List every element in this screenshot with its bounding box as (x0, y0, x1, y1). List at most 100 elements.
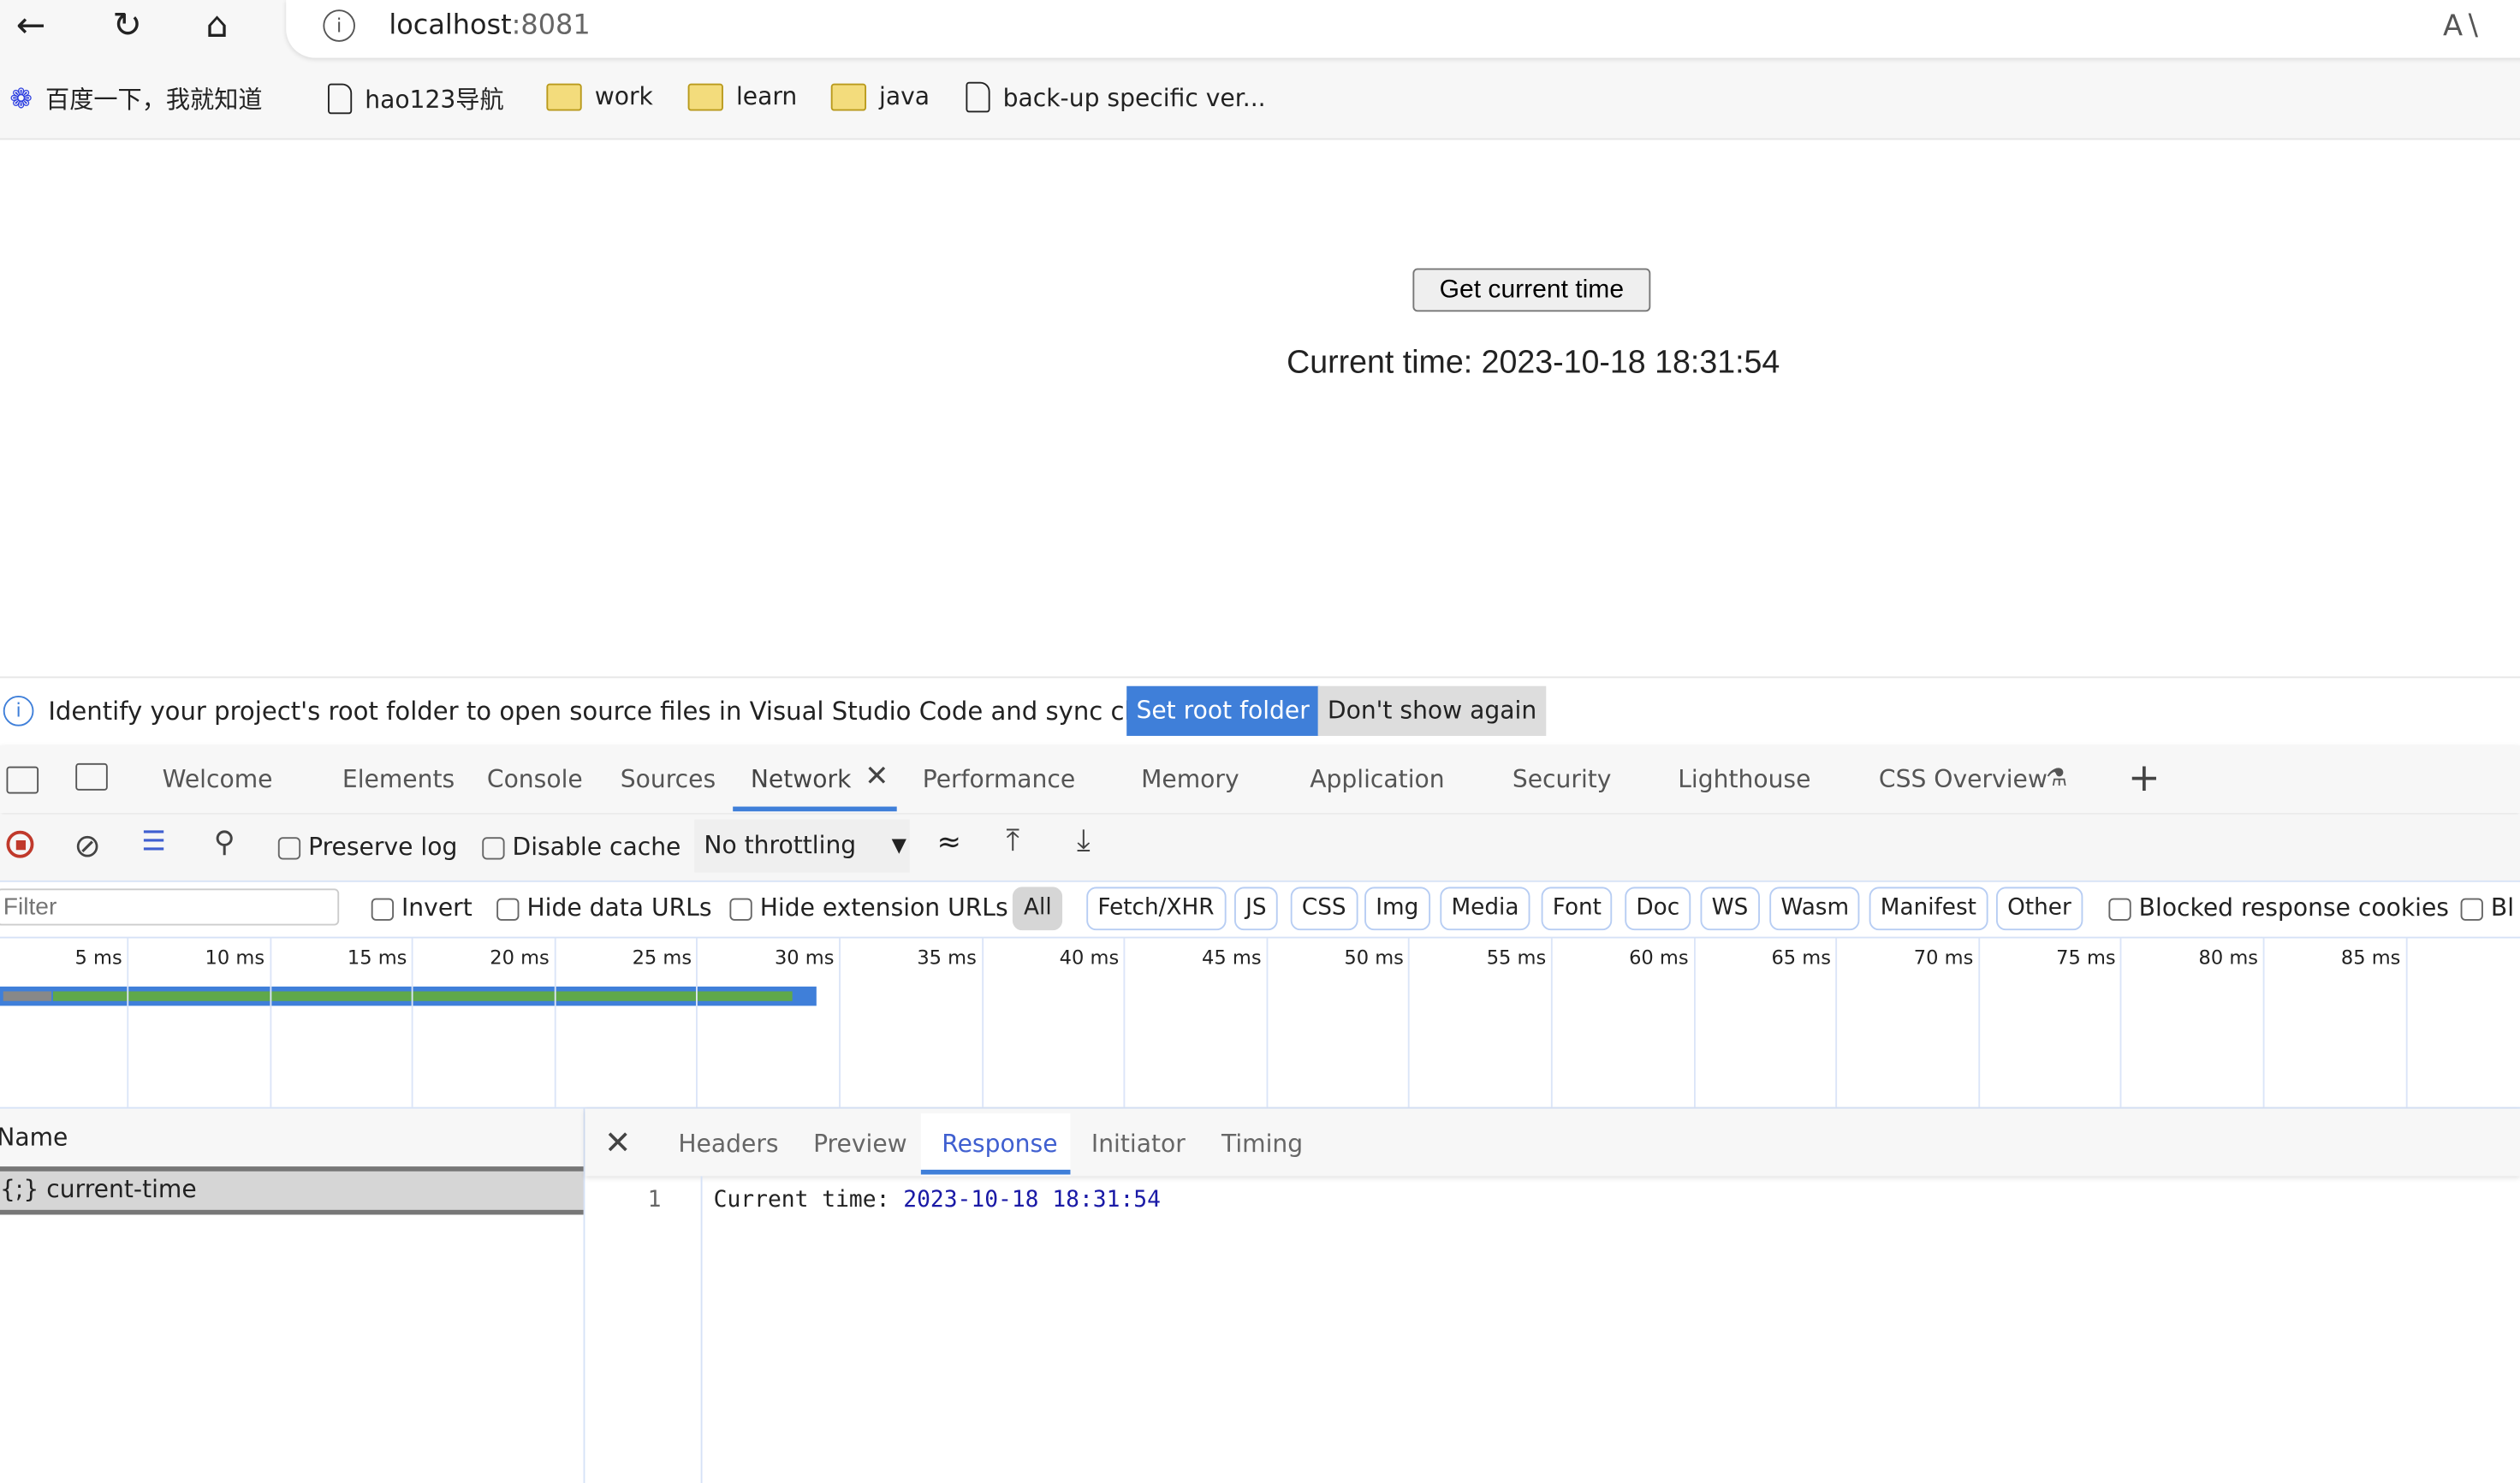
throttling-select[interactable]: No throttling ▼ (694, 819, 910, 873)
tab-memory[interactable]: Memory (1141, 765, 1239, 794)
timeline-gridline (1550, 938, 1553, 1107)
close-detail-icon[interactable]: ✕ (604, 1123, 631, 1161)
request-row[interactable]: {;} current-time (0, 1166, 584, 1215)
tab-application[interactable]: Application (1310, 765, 1444, 794)
filter-chip-all[interactable]: All (1012, 887, 1063, 931)
timeline-tick-label: 50 ms (1344, 946, 1404, 970)
dont-show-again-button[interactable]: Don't show again (1317, 685, 1547, 736)
filter-chip-css[interactable]: CSS (1290, 887, 1358, 931)
filter-chip-ws[interactable]: WS (1700, 887, 1760, 931)
blocked-cookies-checkbox[interactable]: Blocked response cookies (2108, 893, 2449, 922)
set-root-folder-button[interactable]: Set root folder (1126, 685, 1320, 736)
close-network-tab-icon[interactable]: ✕ (865, 760, 889, 793)
tab-performance[interactable]: Performance (923, 765, 1075, 794)
response-body: Current time: 2023-10-18 18:31:54 (713, 1187, 1161, 1213)
home-icon[interactable]: ⌂ (205, 7, 228, 47)
tab-security[interactable]: Security (1513, 765, 1612, 794)
get-current-time-button[interactable]: Get current time (1412, 268, 1651, 312)
filter-chip-manifest[interactable]: Manifest (1869, 887, 1988, 931)
invert-checkbox[interactable]: Invert (371, 893, 472, 922)
detail-tab-response[interactable]: Response (942, 1130, 1057, 1159)
experimental-flask-icon: ⚗ (2046, 762, 2068, 792)
inspect-element-icon[interactable] (6, 766, 39, 794)
search-icon[interactable]: ⚲ (214, 826, 235, 859)
filter-chip-media[interactable]: Media (1440, 887, 1530, 931)
tab-welcome[interactable]: Welcome (163, 765, 273, 794)
url-text[interactable]: localhost:8081 (389, 9, 590, 42)
site-info-icon[interactable]: i (323, 9, 355, 42)
import-har-icon[interactable]: ⤒ (1006, 822, 1019, 857)
timeline-gridline (127, 938, 129, 1107)
filter-toggle-icon[interactable]: ☰ (141, 826, 166, 858)
device-toolbar-icon[interactable] (75, 762, 108, 791)
timeline-tick-label: 5 ms (74, 946, 122, 970)
bookmark-hao123[interactable]: hao123导航 (328, 82, 504, 116)
folder-icon (687, 82, 723, 110)
timeline-tick-label: 65 ms (1771, 946, 1831, 970)
network-overview-timeline[interactable]: 5 ms 10 ms 15 ms 20 ms 25 ms 30 ms 35 ms 40 ms 4… (0, 938, 2520, 1109)
name-column-header[interactable]: Name (0, 1123, 68, 1152)
hide-extension-urls-checkbox[interactable]: Hide extension URLs (729, 893, 1008, 922)
timeline-gridline (1408, 938, 1411, 1107)
detail-tab-preview[interactable]: Preview (813, 1130, 907, 1159)
bookmark-backup[interactable]: back-up specific ver... (966, 81, 1266, 113)
network-conditions-icon[interactable]: ≈ (937, 826, 961, 859)
filter-chip-js[interactable]: JS (1233, 887, 1278, 931)
request-bar[interactable] (0, 986, 817, 1006)
timeline-gridline (1977, 938, 1980, 1107)
timeline-tick-label: 75 ms (2056, 946, 2116, 970)
requests-list: Name {;} current-time (0, 1108, 585, 1483)
bookmark-work[interactable]: work (546, 82, 653, 111)
record-stop-icon[interactable] (6, 830, 34, 858)
timeline-gridline (696, 938, 698, 1107)
timeline-gridline (1123, 938, 1126, 1107)
detail-tab-timing[interactable]: Timing (1221, 1130, 1303, 1159)
tab-elements[interactable]: Elements (342, 765, 455, 794)
bookmark-learn[interactable]: learn (687, 82, 797, 111)
more-tabs-plus-icon[interactable]: + (2128, 755, 2160, 800)
read-aloud-icon[interactable]: A∖ (2443, 9, 2481, 43)
timeline-tick-label: 25 ms (632, 946, 692, 970)
detail-tab-initiator[interactable]: Initiator (1091, 1130, 1186, 1159)
filter-chip-other[interactable]: Other (1995, 887, 2083, 931)
tab-network[interactable]: Network (751, 765, 852, 794)
hide-data-urls-checkbox[interactable]: Hide data URLs (496, 893, 712, 922)
bookmark-java[interactable]: java (830, 82, 930, 111)
export-har-icon[interactable]: ⤓ (1077, 822, 1091, 857)
timeline-tick-label: 20 ms (490, 946, 550, 970)
back-icon[interactable]: ← (16, 7, 46, 47)
filter-chip-font[interactable]: Font (1541, 887, 1614, 931)
blocked-requests-checkbox[interactable]: Bl (2460, 893, 2514, 922)
timeline-gridline (839, 938, 841, 1107)
timeline-tick-label: 15 ms (347, 946, 407, 970)
info-icon: i (3, 696, 34, 727)
address-bar[interactable] (286, 0, 2520, 58)
tab-console[interactable]: Console (487, 765, 583, 794)
timeline-tick-label: 10 ms (205, 946, 265, 970)
active-tab-indicator (733, 806, 897, 812)
tab-sources[interactable]: Sources (621, 765, 716, 794)
filter-input[interactable] (0, 888, 340, 926)
request-bar-queueing (3, 991, 52, 1001)
timeline-gridline (554, 938, 556, 1107)
filter-chip-doc[interactable]: Doc (1625, 887, 1691, 931)
reload-icon[interactable]: ↻ (112, 7, 142, 47)
preserve-log-checkbox[interactable]: Preserve log (277, 833, 457, 861)
timeline-gridline (1266, 938, 1269, 1107)
timeline-gridline (981, 938, 984, 1107)
detail-tab-headers[interactable]: Headers (678, 1130, 778, 1159)
timeline-tick-label: 80 ms (2198, 946, 2259, 970)
tab-css-overview[interactable]: CSS Overview (1879, 765, 2048, 794)
tab-lighthouse[interactable]: Lighthouse (1678, 765, 1810, 794)
request-bar-waiting (52, 991, 793, 1001)
timeline-tick-label: 70 ms (1913, 946, 1974, 970)
bookmark-baidu[interactable]: ❁ 百度一下，我就知道 (9, 82, 262, 116)
filter-chip-wasm[interactable]: Wasm (1769, 887, 1861, 931)
filter-chip-fetch-xhr[interactable]: Fetch/XHR (1086, 887, 1226, 931)
filter-chip-img[interactable]: Img (1364, 887, 1430, 931)
disable-cache-checkbox[interactable]: Disable cache (482, 833, 681, 861)
clear-icon[interactable]: ⊘ (74, 826, 100, 864)
timeline-tick-label: 35 ms (917, 946, 977, 970)
timeline-gridline (1835, 938, 1838, 1107)
timeline-tick-label: 40 ms (1059, 946, 1120, 970)
